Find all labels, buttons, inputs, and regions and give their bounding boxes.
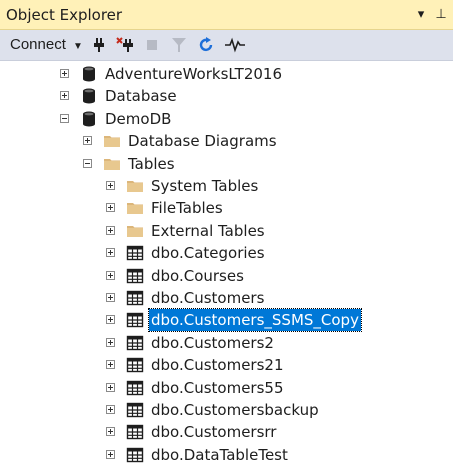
tree-node[interactable]: Database xyxy=(0,85,453,107)
tree-node[interactable]: dbo.Customers_SSMS_Copy xyxy=(0,308,453,333)
tree-node-label[interactable]: dbo.DataTableTest xyxy=(151,444,288,466)
disconnect-icon[interactable] xyxy=(116,36,134,54)
folder-icon xyxy=(103,155,121,173)
tree-node[interactable]: dbo.Customersrr xyxy=(0,421,453,443)
tree-node-label[interactable]: dbo.Customers21 xyxy=(151,354,284,376)
expand-icon[interactable] xyxy=(106,181,115,190)
tree-node-label[interactable]: External Tables xyxy=(151,220,265,242)
activity-monitor-icon[interactable] xyxy=(224,36,245,54)
tree-node[interactable]: AdventureWorksLT2016 xyxy=(0,63,453,85)
folder-icon xyxy=(126,177,144,195)
folder-icon xyxy=(126,199,144,217)
tree-node[interactable]: Tables xyxy=(0,153,453,175)
tree-node[interactable]: External Tables xyxy=(0,220,453,242)
table-icon xyxy=(126,379,144,397)
toolbar: Connect ▼ xyxy=(0,30,453,61)
expand-icon[interactable] xyxy=(106,337,115,347)
table-icon xyxy=(126,244,144,262)
tree-node-label[interactable]: System Tables xyxy=(151,175,258,197)
tree-node-label[interactable]: DemoDB xyxy=(105,108,171,130)
tree-node[interactable]: dbo.Customers55 xyxy=(0,377,453,399)
tree-node-label[interactable]: dbo.Customersrr xyxy=(151,421,276,443)
tree-node-label[interactable]: dbo.Customers55 xyxy=(151,377,284,399)
table-icon xyxy=(126,289,144,307)
tree-node[interactable]: dbo.Courses xyxy=(0,265,453,287)
table-icon xyxy=(126,356,144,374)
tree-node[interactable]: dbo.Customers2 xyxy=(0,332,453,354)
tree-node[interactable]: dbo.Customers xyxy=(0,287,453,309)
expand-icon[interactable] xyxy=(106,270,115,280)
tree-node-label[interactable]: Tables xyxy=(128,153,175,175)
expand-icon[interactable] xyxy=(106,449,115,459)
object-explorer-panel: Object Explorer ▾ ⊥ Connect ▼ AdventureW… xyxy=(0,0,453,464)
tree-node[interactable]: dbo.Customers21 xyxy=(0,354,453,376)
object-tree: AdventureWorksLT2016 Database DemoDB Databa… xyxy=(0,61,453,464)
tree-node-label[interactable]: dbo.Courses xyxy=(151,265,244,287)
connect-plug-icon[interactable] xyxy=(90,36,108,54)
table-icon xyxy=(126,267,144,285)
database-icon xyxy=(80,110,98,128)
database-icon xyxy=(80,87,98,105)
title-bar: Object Explorer ▾ ⊥ xyxy=(0,0,453,30)
connect-dropdown-icon: ▼ xyxy=(73,41,83,52)
table-icon xyxy=(126,401,144,419)
tree-node[interactable]: dbo.Categories xyxy=(0,242,453,264)
tree-node-label[interactable]: dbo.Customers_SSMS_Copy xyxy=(148,308,362,333)
database-icon xyxy=(80,65,98,83)
table-icon xyxy=(126,311,144,329)
stop-icon[interactable] xyxy=(143,36,161,54)
table-icon xyxy=(126,423,144,441)
expand-icon[interactable] xyxy=(106,405,115,414)
expand-icon[interactable] xyxy=(60,91,69,101)
collapse-icon[interactable] xyxy=(60,113,69,123)
filter-icon[interactable] xyxy=(170,36,188,54)
tree-node[interactable]: System Tables xyxy=(0,175,453,197)
tree-node[interactable]: Database Diagrams xyxy=(0,130,453,152)
expand-icon[interactable] xyxy=(60,69,69,78)
table-icon xyxy=(126,334,144,352)
refresh-icon[interactable] xyxy=(197,36,215,54)
expand-icon[interactable] xyxy=(106,427,115,437)
folder-icon xyxy=(126,222,144,240)
expand-icon[interactable] xyxy=(106,203,115,213)
tree-node-label[interactable]: dbo.Categories xyxy=(151,242,265,264)
panel-title: Object Explorer xyxy=(6,6,123,24)
tree-node-label[interactable]: dbo.Customers xyxy=(151,287,264,309)
expand-icon[interactable] xyxy=(106,293,115,302)
tree-node-label[interactable]: Database xyxy=(105,85,177,107)
collapse-icon[interactable] xyxy=(83,158,92,168)
tree-node-label[interactable]: AdventureWorksLT2016 xyxy=(105,63,282,85)
expand-icon[interactable] xyxy=(106,225,115,235)
tree-node-label[interactable]: Database Diagrams xyxy=(128,130,277,152)
tree-node[interactable]: dbo.DataTableTest xyxy=(0,444,453,466)
tree-node[interactable]: FileTables xyxy=(0,197,453,219)
connect-label: Connect xyxy=(10,36,66,53)
tree-node-label[interactable]: dbo.Customersbackup xyxy=(151,399,319,421)
window-position-dropdown-icon[interactable]: ▾ xyxy=(412,4,430,24)
connect-button[interactable]: Connect ▼ xyxy=(10,35,83,55)
tree-node-label[interactable]: dbo.Customers2 xyxy=(151,332,274,354)
expand-icon[interactable] xyxy=(106,382,115,392)
pin-icon[interactable]: ⊥ xyxy=(432,4,450,24)
expand-icon[interactable] xyxy=(106,248,115,258)
table-icon xyxy=(126,446,144,464)
tree-node-label[interactable]: FileTables xyxy=(151,197,223,219)
expand-icon[interactable] xyxy=(106,315,115,325)
folder-icon xyxy=(103,132,121,150)
expand-icon[interactable] xyxy=(106,360,115,370)
expand-icon[interactable] xyxy=(83,136,92,146)
tree-node[interactable]: dbo.Customersbackup xyxy=(0,399,453,421)
tree-node[interactable]: DemoDB xyxy=(0,108,453,130)
